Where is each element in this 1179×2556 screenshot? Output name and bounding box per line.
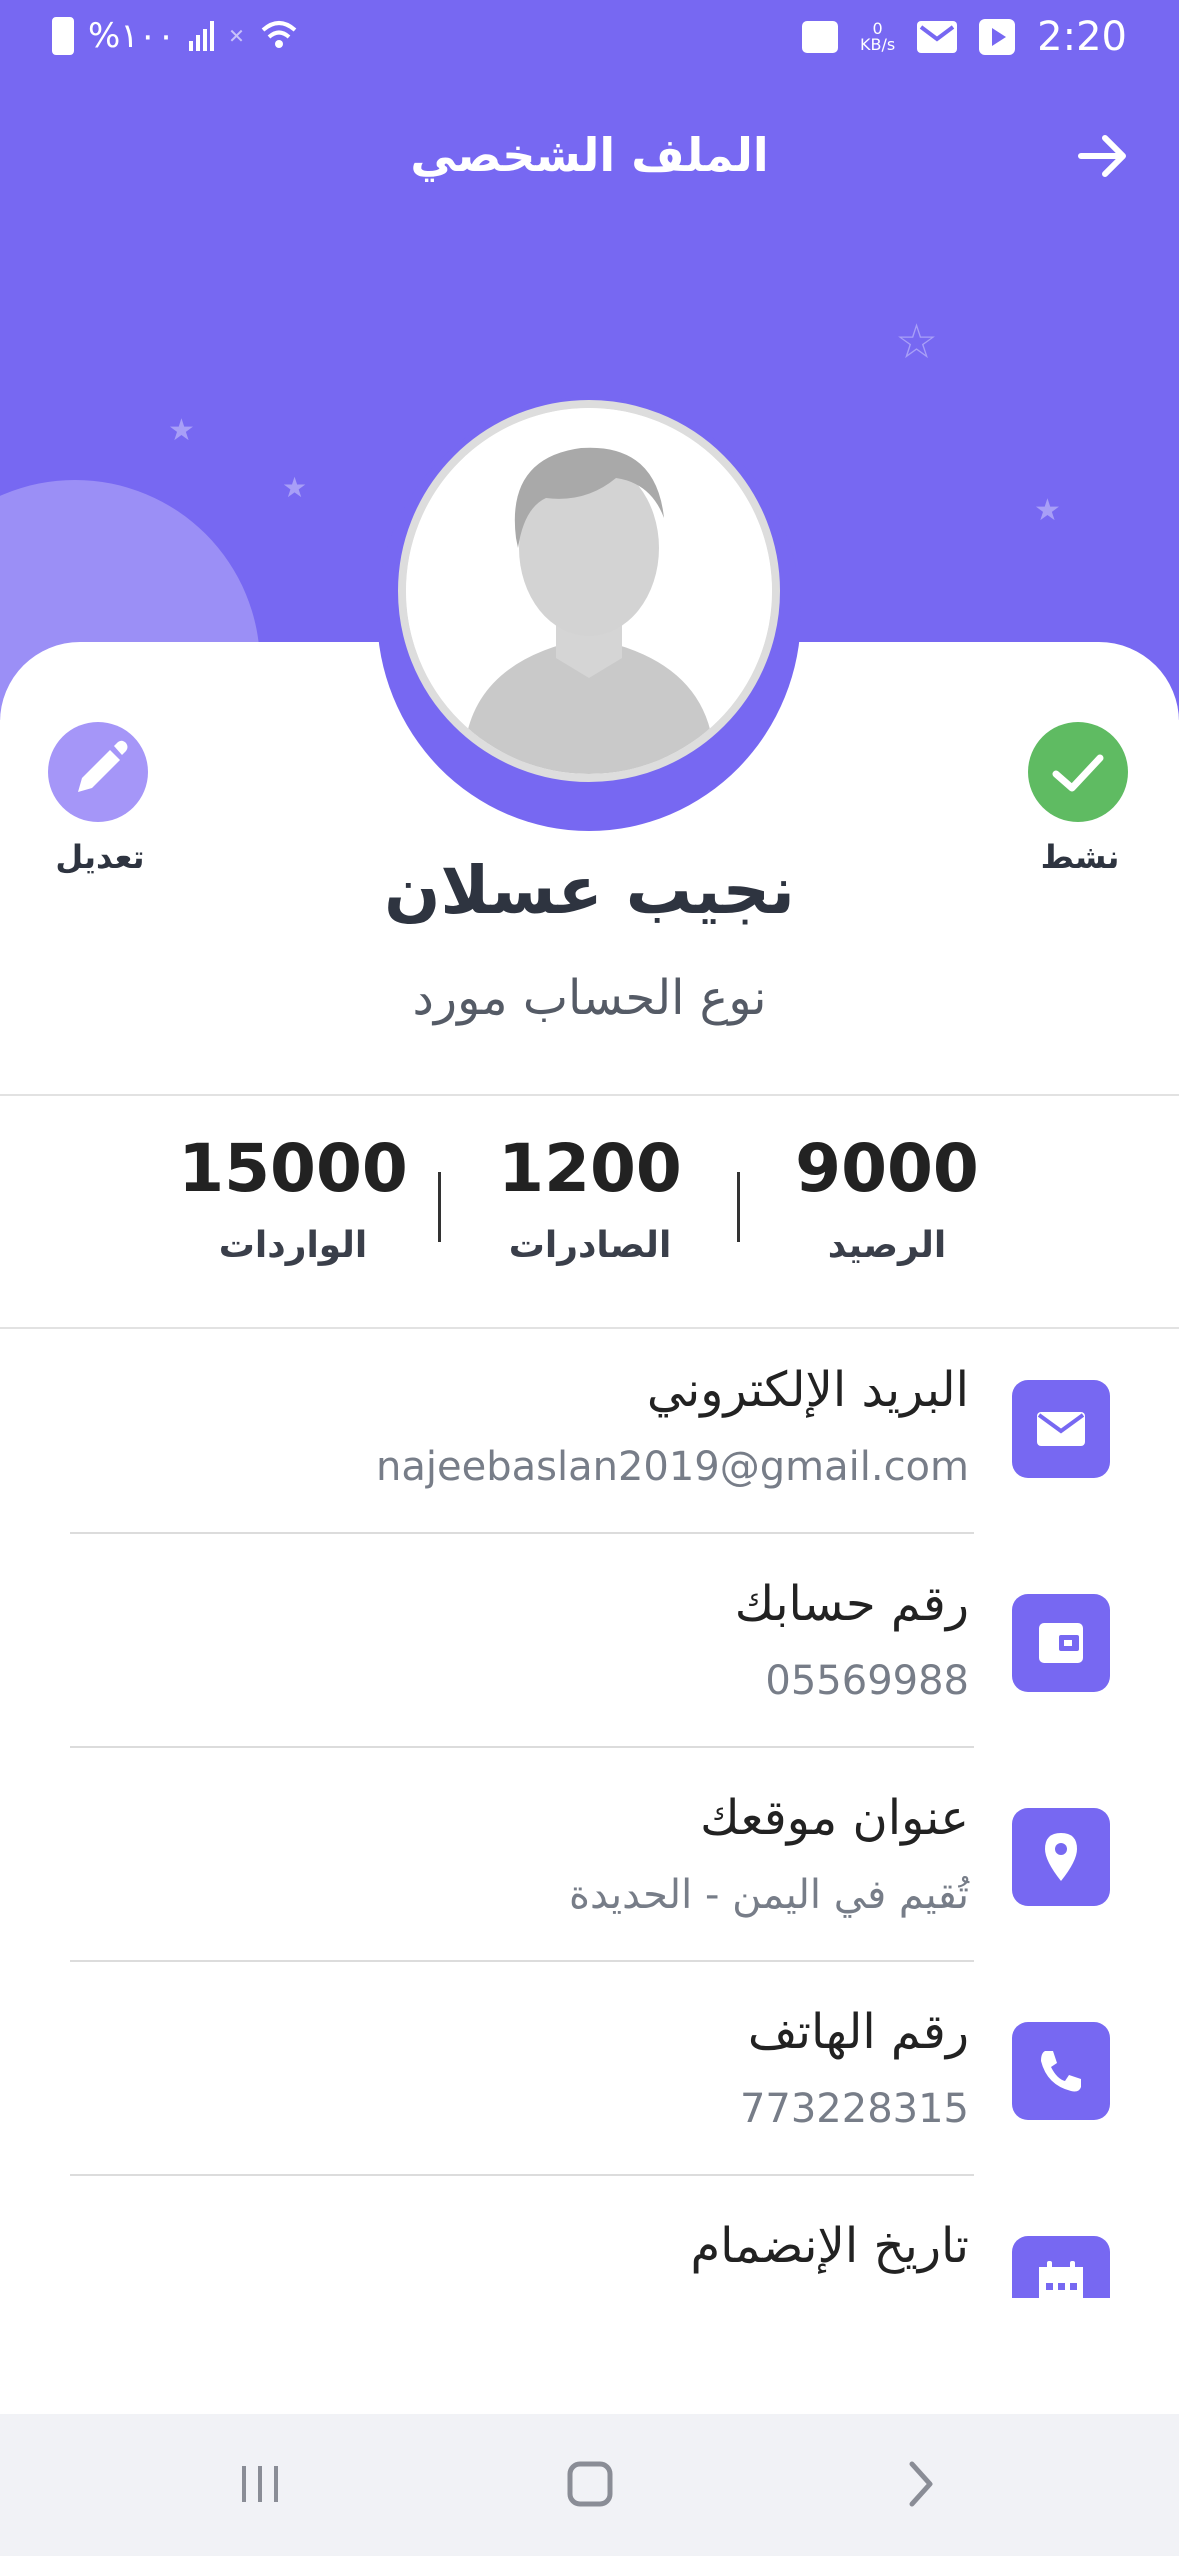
row-divider <box>70 2174 974 2176</box>
no-signal-icon: ✕ <box>228 24 245 48</box>
status-left: %١٠٠ ✕ <box>52 16 299 56</box>
stat-label: الصادرات <box>508 1225 672 1266</box>
wallet-icon <box>1012 1594 1110 1692</box>
divider <box>0 1094 1179 1096</box>
mail-icon <box>1012 1380 1110 1478</box>
system-nav-bar <box>0 2414 1179 2556</box>
stat-exports: 1200 الصادرات <box>460 1130 720 1266</box>
avatar <box>398 400 780 782</box>
back-arrow-icon[interactable] <box>1073 126 1133 186</box>
stat-value: 9000 <box>795 1130 979 1207</box>
account-type: نوع الحساب مورد <box>412 970 767 1026</box>
gallery-icon <box>801 21 838 53</box>
signal-icon <box>189 21 215 51</box>
mail-notification-icon <box>917 21 958 53</box>
info-title: رقم حسابك <box>734 1576 969 1632</box>
person-placeholder-icon <box>406 408 772 774</box>
location-icon <box>1012 1808 1110 1906</box>
home-icon[interactable] <box>530 2444 650 2524</box>
edit-profile-button[interactable] <box>48 722 148 822</box>
youtube-icon <box>979 19 1016 55</box>
net-speed-unit: KB/s <box>859 35 896 54</box>
info-value: تُقيم في اليمن - الحديدة <box>569 1872 969 1918</box>
star-icon: ★ <box>282 471 308 504</box>
page-title: الملف الشخصي <box>410 128 769 182</box>
info-title: البريد الإلكتروني <box>646 1362 969 1418</box>
divider <box>0 1327 1179 1329</box>
stat-separator <box>737 1172 740 1242</box>
info-value: 773228315 <box>739 2086 969 2132</box>
star-icon: ★ <box>1034 493 1061 528</box>
clock: 2:20 <box>1037 14 1127 60</box>
stat-label: الواردات <box>218 1225 368 1266</box>
stat-imports: 15000 الواردات <box>163 1130 423 1266</box>
stat-label: الرصيد <box>827 1225 947 1266</box>
list-clip <box>0 2298 1179 2414</box>
stat-value: 1200 <box>498 1130 682 1207</box>
active-status-badge <box>1028 722 1128 822</box>
info-title: تاريخ الإنضمام <box>690 2218 969 2274</box>
status-right: 0 KB/s 2:20 <box>801 14 1127 60</box>
row-divider <box>70 1960 974 1962</box>
stat-balance: 9000 الرصيد <box>757 1130 1017 1266</box>
stat-value: 15000 <box>178 1130 408 1207</box>
check-icon <box>1052 754 1104 792</box>
info-value: najeebaslan2019@gmail.com <box>376 1444 969 1490</box>
pencil-icon <box>78 740 128 792</box>
recent-apps-icon[interactable] <box>200 2444 320 2524</box>
star-icon: ★ <box>168 413 195 448</box>
battery-percent: %١٠٠ <box>88 16 176 56</box>
wifi-icon <box>261 21 297 48</box>
info-value: 05569988 <box>765 1658 969 1704</box>
info-title: رقم الهاتف <box>747 2004 969 2060</box>
phone-icon <box>1012 2022 1110 2120</box>
user-name: نجيب عسلان <box>384 852 795 929</box>
info-title: عنوان موقعك <box>700 1790 969 1846</box>
status-bar: %١٠٠ ✕ 0 KB/s 2:20 <box>0 0 1179 80</box>
stat-separator <box>438 1172 441 1242</box>
network-speed: 0 KB/s <box>860 21 895 53</box>
back-nav-icon[interactable] <box>860 2444 980 2524</box>
battery-icon <box>52 17 74 55</box>
app-header: الملف الشخصي <box>0 110 1179 210</box>
star-icon: ☆ <box>895 314 939 370</box>
row-divider <box>70 1532 974 1534</box>
row-divider <box>70 1746 974 1748</box>
